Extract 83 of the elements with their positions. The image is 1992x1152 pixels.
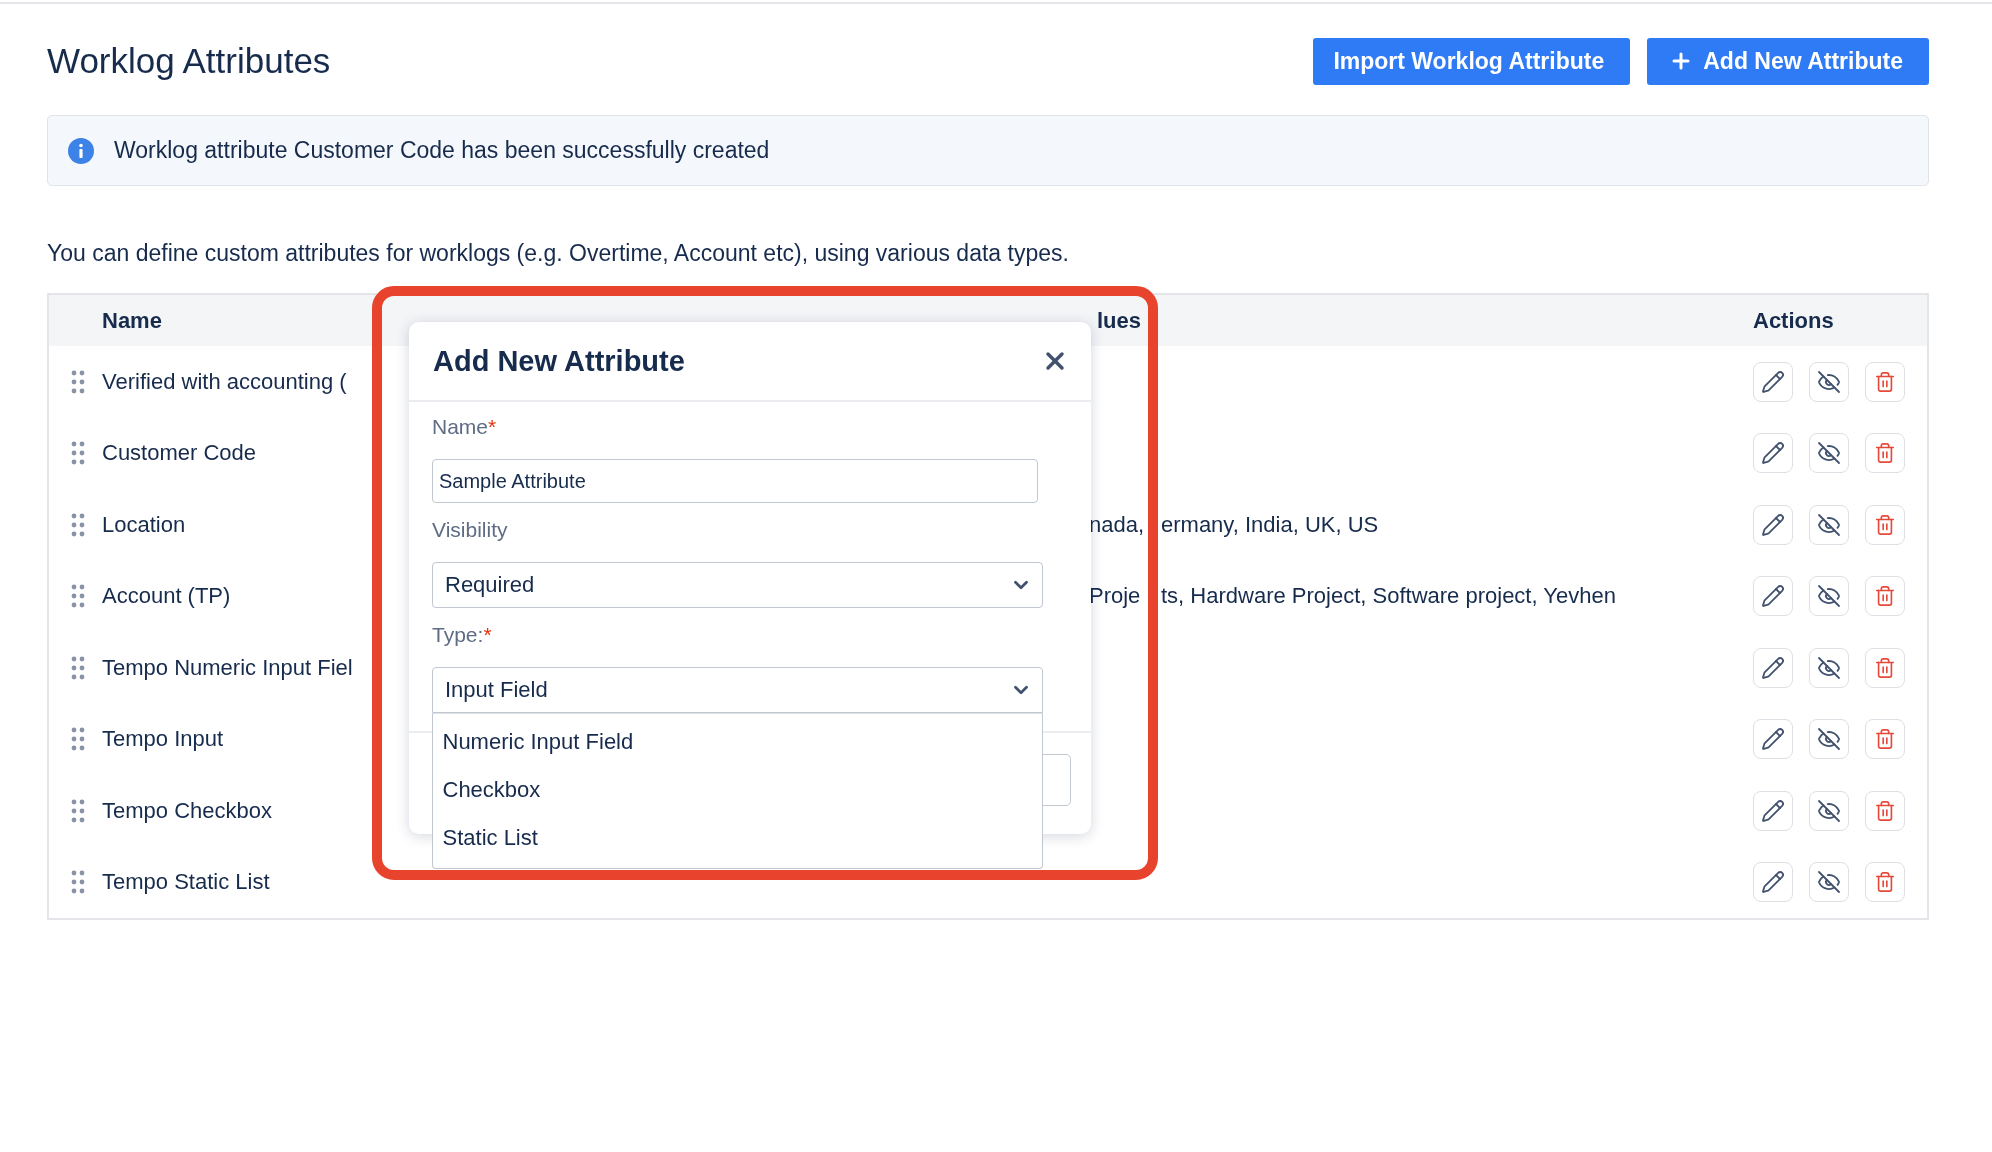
- edit-button[interactable]: [1753, 576, 1793, 617]
- hide-button[interactable]: [1809, 719, 1849, 760]
- field-label: Type:*: [432, 623, 493, 647]
- eye-off-icon: [1817, 727, 1841, 752]
- trash-icon: [1874, 728, 1896, 751]
- table-cell: Proje: [1089, 583, 1141, 610]
- dialog-title: Add New Attribute: [433, 344, 685, 378]
- name-input[interactable]: Sample Attribute: [432, 459, 1038, 503]
- eye-off-icon: [1817, 870, 1841, 895]
- drag-handle-icon[interactable]: [70, 369, 85, 394]
- eye-off-icon: [1817, 512, 1841, 537]
- table-cell: Tempo Input: [102, 726, 224, 753]
- trash-icon: [1874, 513, 1896, 536]
- pencil-icon: [1761, 369, 1785, 394]
- banner-message: Worklog attribute Customer Code has been successfully created: [114, 137, 770, 164]
- delete-button[interactable]: [1865, 504, 1905, 545]
- delete-button[interactable]: [1865, 647, 1905, 688]
- drag-handle-icon[interactable]: [70, 584, 85, 609]
- field-label: Name*: [432, 415, 498, 439]
- edit-button[interactable]: [1753, 719, 1793, 760]
- drag-handle-icon[interactable]: [70, 441, 85, 466]
- delete-button[interactable]: [1865, 719, 1905, 760]
- delete-button[interactable]: [1865, 433, 1905, 474]
- table-cell: Verified with accounting (: [102, 368, 347, 395]
- eye-off-icon: [1817, 369, 1841, 394]
- pencil-icon: [1761, 512, 1785, 537]
- hide-button[interactable]: [1809, 504, 1849, 545]
- trash-icon: [1874, 871, 1896, 894]
- drag-handle-icon[interactable]: [70, 870, 85, 895]
- drag-handle-icon[interactable]: [70, 512, 85, 537]
- drag-handle-icon[interactable]: [70, 798, 85, 823]
- edit-button[interactable]: [1753, 790, 1793, 831]
- add-attribute-button[interactable]: Add New Attribute: [1647, 37, 1929, 85]
- pencil-icon: [1761, 870, 1785, 895]
- field-label: Visibility: [432, 518, 509, 542]
- delete-button[interactable]: [1865, 862, 1905, 903]
- column-header: Name: [102, 307, 163, 334]
- column-header: lues: [1097, 307, 1142, 334]
- eye-off-icon: [1817, 584, 1841, 609]
- edit-button[interactable]: [1753, 361, 1793, 402]
- column-header: Actions: [1753, 307, 1835, 334]
- eye-off-icon: [1817, 655, 1841, 680]
- trash-icon: [1874, 656, 1896, 679]
- table-cell: Location: [102, 511, 186, 538]
- hide-button[interactable]: [1809, 433, 1849, 474]
- info-icon: [68, 137, 94, 164]
- pencil-icon: [1761, 655, 1785, 680]
- trash-icon: [1874, 799, 1896, 822]
- trash-icon: [1874, 585, 1896, 608]
- table-cell: ermany, India, UK, US: [1161, 511, 1379, 538]
- edit-button[interactable]: [1753, 862, 1793, 903]
- delete-button[interactable]: [1865, 576, 1905, 617]
- hide-button[interactable]: [1809, 361, 1849, 402]
- pencil-icon: [1761, 727, 1785, 752]
- pencil-icon: [1761, 798, 1785, 823]
- pencil-icon: [1761, 441, 1785, 466]
- select-field[interactable]: Required: [432, 562, 1043, 608]
- delete-button[interactable]: [1865, 790, 1905, 831]
- table-cell: ts, Hardware Project, Software project, Yevhen: [1161, 583, 1616, 610]
- table-cell: nada,: [1089, 511, 1145, 538]
- edit-button[interactable]: [1753, 433, 1793, 474]
- edit-button[interactable]: [1753, 647, 1793, 688]
- table-cell: Customer Code: [102, 440, 257, 467]
- drag-handle-icon[interactable]: [70, 727, 85, 752]
- table-cell: Tempo Static List: [102, 869, 270, 896]
- table-cell: Tempo Checkbox: [102, 797, 272, 824]
- table-cell: Account (TP): [102, 583, 231, 610]
- description-text: You can define custom attributes for worklogs (e.g. Overtime, Account etc), using various data types.: [47, 240, 1070, 267]
- trash-icon: [1874, 370, 1896, 393]
- edit-button[interactable]: [1753, 504, 1793, 545]
- hide-button[interactable]: [1809, 647, 1849, 688]
- pencil-icon: [1761, 584, 1785, 609]
- table-cell: Tempo Numeric Input Fiel: [102, 654, 353, 681]
- delete-button[interactable]: [1865, 361, 1905, 402]
- eye-off-icon: [1817, 798, 1841, 823]
- eye-off-icon: [1817, 441, 1841, 466]
- page-title: Worklog Attributes: [47, 41, 331, 81]
- hide-button[interactable]: [1809, 576, 1849, 617]
- import-button[interactable]: Import Worklog Attribute: [1313, 37, 1631, 85]
- drag-handle-icon[interactable]: [70, 655, 85, 680]
- hide-button[interactable]: [1809, 790, 1849, 831]
- hide-button[interactable]: [1809, 862, 1849, 903]
- trash-icon: [1874, 442, 1896, 465]
